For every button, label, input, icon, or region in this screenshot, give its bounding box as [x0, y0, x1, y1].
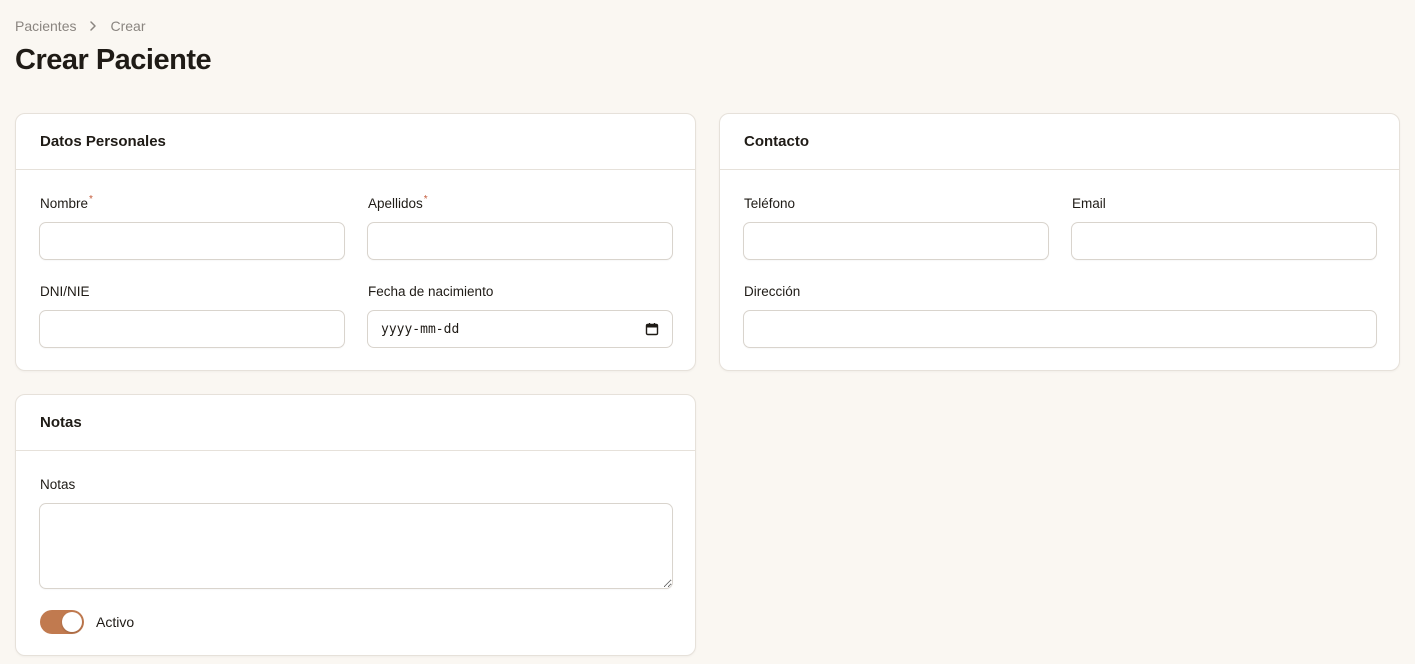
datos-personales-card: Datos Personales Nombre* Apellidos* DNI/…	[15, 113, 696, 371]
activo-toggle[interactable]	[40, 610, 84, 634]
page-title: Crear Paciente	[15, 44, 212, 76]
activo-label: Activo	[96, 614, 135, 630]
fecha-placeholder: yyyy-mm-dd	[381, 321, 460, 337]
nombre-input[interactable]	[39, 222, 345, 260]
dni-label: DNI/NIE	[40, 284, 90, 299]
apellidos-input[interactable]	[367, 222, 673, 260]
notas-title: Notas	[40, 414, 82, 431]
direccion-input[interactable]	[743, 310, 1377, 348]
email-label: Email	[1072, 196, 1106, 211]
create-patient-page: Pacientes Crear Crear Paciente Datos Per…	[0, 0, 1415, 664]
datos-personales-title: Datos Personales	[40, 133, 166, 150]
fecha-nacimiento-input[interactable]: yyyy-mm-dd	[367, 310, 673, 348]
datos-personales-header: Datos Personales	[16, 114, 695, 170]
direccion-label: Dirección	[744, 284, 801, 299]
notas-label: Notas	[40, 477, 76, 492]
required-mark: *	[89, 194, 93, 205]
fecha-nacimiento-label: Fecha de nacimiento	[368, 284, 494, 299]
email-input[interactable]	[1071, 222, 1377, 260]
nombre-label: Nombre*	[40, 194, 93, 211]
apellidos-label: Apellidos*	[368, 194, 428, 211]
chevron-right-icon	[86, 19, 100, 33]
calendar-icon[interactable]	[645, 322, 659, 336]
notas-header: Notas	[16, 395, 695, 451]
telefono-input[interactable]	[743, 222, 1049, 260]
dni-input[interactable]	[39, 310, 345, 348]
required-mark: *	[423, 194, 428, 205]
breadcrumb-pacientes-link[interactable]: Pacientes	[15, 18, 76, 34]
toggle-knob	[62, 612, 82, 632]
contacto-card: Contacto Teléfono Email Dirección	[719, 113, 1400, 371]
notas-card: Notas Notas Activo	[15, 394, 696, 656]
contacto-header: Contacto	[720, 114, 1399, 170]
contacto-title: Contacto	[744, 133, 809, 150]
notas-textarea[interactable]	[39, 503, 673, 589]
breadcrumb: Pacientes Crear	[15, 18, 146, 34]
telefono-label: Teléfono	[744, 196, 796, 211]
breadcrumb-current: Crear	[110, 18, 146, 34]
